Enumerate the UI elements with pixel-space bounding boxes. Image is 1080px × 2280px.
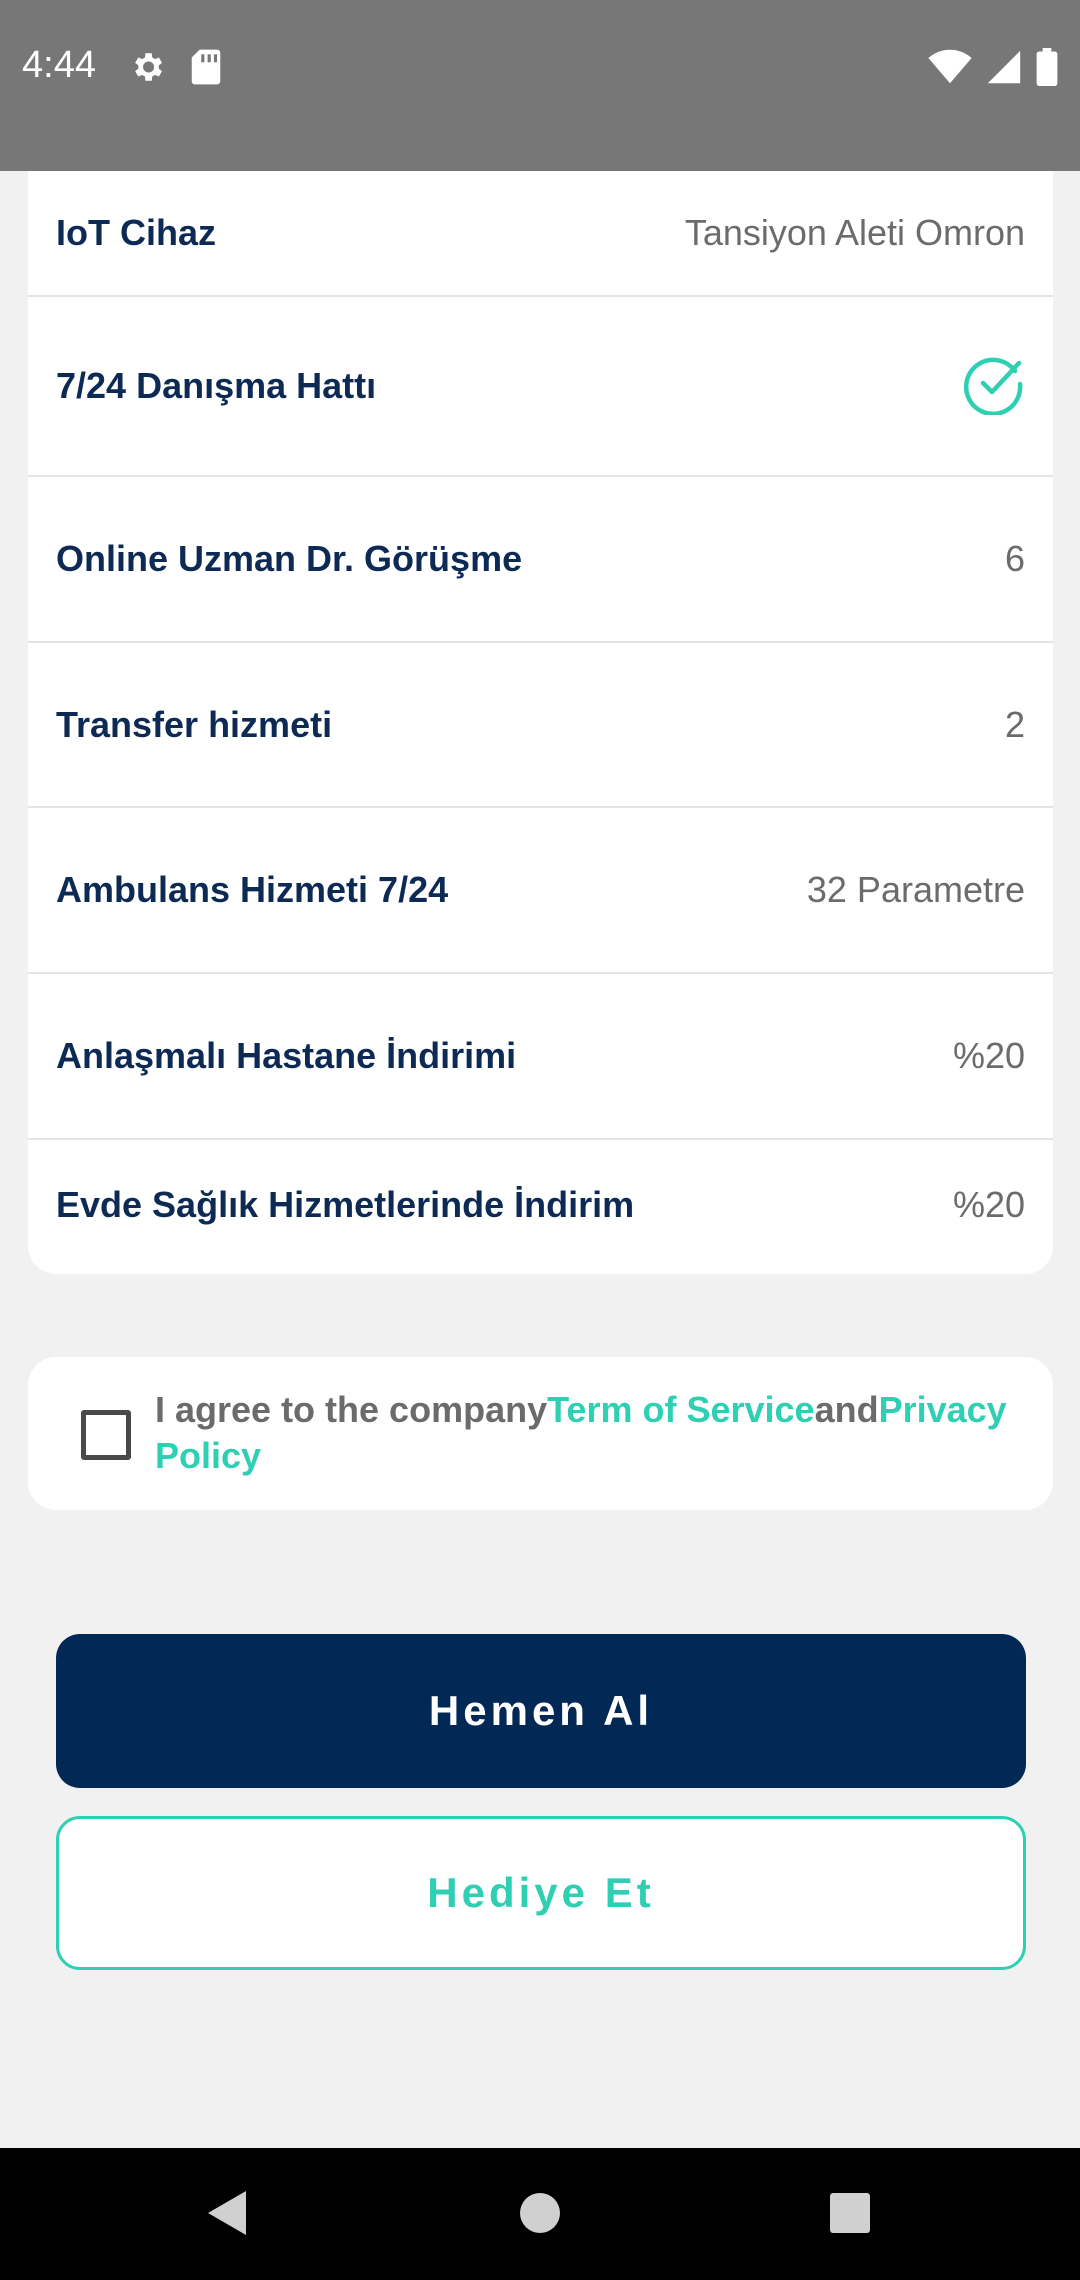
feature-value: 2 bbox=[1004, 703, 1025, 745]
status-time: 4:44 bbox=[22, 44, 96, 86]
feature-name: IoT Cihaz bbox=[56, 212, 216, 253]
feature-value: %20 bbox=[952, 1184, 1025, 1225]
feature-value: Tansiyon Aleti Omron bbox=[684, 212, 1025, 253]
feature-row-online-doctor: Online Uzman Dr. Görüşme 6 bbox=[28, 477, 1053, 643]
feature-row-ambulance: Ambulans Hizmeti 7/24 32 Parametre bbox=[28, 808, 1053, 974]
features-card: IoT Cihaz Tansiyon Aleti Omron 7/24 Danı… bbox=[28, 171, 1053, 1274]
back-icon[interactable] bbox=[204, 2188, 248, 2243]
gift-button[interactable]: Hediye Et bbox=[56, 1816, 1026, 1970]
agreement-card: I agree to the companyTerm of Serviceand… bbox=[28, 1357, 1053, 1510]
feature-row-iot-device: IoT Cihaz Tansiyon Aleti Omron bbox=[28, 171, 1053, 297]
feature-name: Evde Sağlık Hizmetlerinde İndirim bbox=[56, 1184, 635, 1225]
feature-name: Online Uzman Dr. Görüşme bbox=[56, 538, 523, 579]
agreement-prefix: I agree to the company bbox=[155, 1389, 548, 1430]
feature-name: Anlaşmalı Hastane İndirimi bbox=[56, 1035, 517, 1076]
navigation-bar bbox=[0, 2148, 1080, 2280]
agreement-text: I agree to the companyTerm of Serviceand… bbox=[155, 1387, 1035, 1479]
wifi-icon bbox=[928, 49, 972, 90]
feature-value: %20 bbox=[952, 1035, 1025, 1076]
status-icons-right bbox=[928, 48, 1058, 91]
gear-icon bbox=[128, 48, 166, 91]
battery-icon bbox=[1036, 48, 1058, 91]
recents-icon[interactable] bbox=[828, 2188, 872, 2243]
feature-row-hospital-discount: Anlaşmalı Hastane İndirimi %20 bbox=[28, 974, 1053, 1140]
terms-of-service-link[interactable]: Term of Service bbox=[547, 1389, 814, 1430]
check-circle-icon bbox=[963, 353, 1025, 420]
agreement-conjunction: and bbox=[814, 1389, 879, 1430]
feature-name: 7/24 Danışma Hattı bbox=[56, 365, 377, 406]
feature-name: Ambulans Hizmeti 7/24 bbox=[56, 869, 449, 910]
feature-row-home-care-discount: Evde Sağlık Hizmetlerinde İndirim %20 bbox=[28, 1140, 1053, 1274]
main-content[interactable]: IoT Cihaz Tansiyon Aleti Omron 7/24 Danı… bbox=[0, 171, 1080, 2148]
feature-value: 32 Parametre bbox=[806, 869, 1025, 910]
agreement-checkbox[interactable] bbox=[81, 1410, 131, 1460]
feature-row-consultation-line: 7/24 Danışma Hattı bbox=[28, 297, 1053, 477]
feature-row-transfer: Transfer hizmeti 2 bbox=[28, 643, 1053, 808]
cellular-signal-icon bbox=[986, 49, 1022, 90]
feature-value: 6 bbox=[1004, 538, 1025, 579]
home-icon[interactable] bbox=[518, 2188, 562, 2243]
feature-name: Transfer hizmeti bbox=[56, 703, 333, 745]
status-bar: 4:44 bbox=[0, 0, 1080, 171]
buy-now-button[interactable]: Hemen Al bbox=[56, 1634, 1026, 1788]
sd-card-icon bbox=[190, 48, 222, 91]
